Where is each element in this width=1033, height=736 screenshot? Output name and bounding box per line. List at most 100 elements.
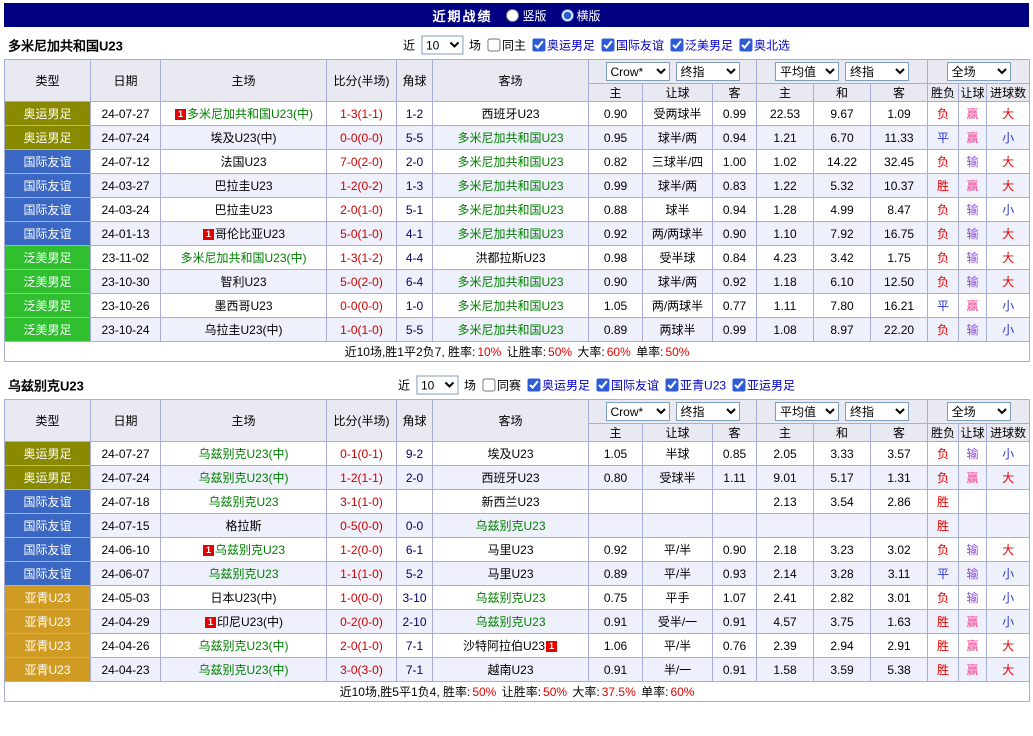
score-link[interactable]: 5-0(2-0) bbox=[327, 270, 397, 294]
competition-filter[interactable]: 奥运男足 bbox=[527, 377, 590, 394]
odds-source-select[interactable]: Crow* bbox=[606, 62, 670, 81]
col-header-home: 主场 bbox=[161, 400, 327, 442]
competition-filter[interactable]: 国际友谊 bbox=[596, 377, 659, 394]
home-team-link[interactable]: 乌兹别克U23 bbox=[161, 490, 327, 514]
competition-checkbox[interactable] bbox=[670, 39, 683, 52]
home-team-link[interactable]: 1哥伦比亚U23 bbox=[161, 222, 327, 246]
home-team-link[interactable]: 1印尼U23(中) bbox=[161, 610, 327, 634]
score-link[interactable]: 1-1(1-0) bbox=[327, 562, 397, 586]
home-team-link[interactable]: 巴拉圭U23 bbox=[161, 198, 327, 222]
same-filter[interactable]: 同主 bbox=[487, 37, 526, 54]
summary-segment: 近10场,胜5平1负4, 胜率: bbox=[340, 685, 471, 699]
away-team-link[interactable]: 多米尼加共和国U23 bbox=[433, 294, 589, 318]
odds-source-select[interactable]: 终指 bbox=[676, 62, 740, 81]
away-team-link[interactable]: 多米尼加共和国U23 bbox=[433, 198, 589, 222]
score-link[interactable]: 0-0(0-0) bbox=[327, 294, 397, 318]
score-link[interactable]: 3-1(1-0) bbox=[327, 490, 397, 514]
away-team-link[interactable]: 乌兹别克U23 bbox=[433, 514, 589, 538]
odds-home: 0.92 bbox=[589, 222, 643, 246]
away-team-link[interactable]: 马里U23 bbox=[433, 562, 589, 586]
same-filter[interactable]: 同赛 bbox=[482, 377, 521, 394]
score-link[interactable]: 1-3(1-2) bbox=[327, 246, 397, 270]
home-team-link[interactable]: 乌兹别克U23(中) bbox=[161, 442, 327, 466]
score-link[interactable]: 0-0(0-0) bbox=[327, 126, 397, 150]
score-link[interactable]: 1-0(0-0) bbox=[327, 586, 397, 610]
away-team-link[interactable]: 多米尼加共和国U23 bbox=[433, 150, 589, 174]
score-link[interactable]: 7-0(2-0) bbox=[327, 150, 397, 174]
score-link[interactable]: 3-0(3-0) bbox=[327, 658, 397, 682]
competition-checkbox[interactable] bbox=[732, 379, 745, 392]
avg-source-select[interactable]: 终指 bbox=[845, 402, 909, 421]
score-link[interactable]: 2-0(1-0) bbox=[327, 198, 397, 222]
home-team-link[interactable]: 埃及U23(中) bbox=[161, 126, 327, 150]
avg-source-select[interactable]: 平均值 bbox=[775, 62, 839, 81]
home-team-link[interactable]: 墨西哥U23 bbox=[161, 294, 327, 318]
odds-source-select[interactable]: Crow* bbox=[606, 402, 670, 421]
competition-filter[interactable]: 亚青U23 bbox=[665, 377, 726, 394]
away-team-link[interactable]: 多米尼加共和国U23 bbox=[433, 174, 589, 198]
home-team-link[interactable]: 1乌兹别克U23 bbox=[161, 538, 327, 562]
scope-select[interactable]: 全场 bbox=[947, 62, 1011, 81]
scope-select[interactable]: 全场 bbox=[947, 402, 1011, 421]
competition-checkbox[interactable] bbox=[739, 39, 752, 52]
match-count-select[interactable]: 10 bbox=[421, 36, 463, 55]
competition-filter[interactable]: 泛美男足 bbox=[670, 37, 733, 54]
away-team-link[interactable]: 乌兹别克U23 bbox=[433, 586, 589, 610]
competition-filter[interactable]: 奥北选 bbox=[739, 37, 790, 54]
competition-filter[interactable]: 亚运男足 bbox=[732, 377, 795, 394]
home-team-link[interactable]: 1多米尼加共和国U23(中) bbox=[161, 102, 327, 126]
competition-checkbox[interactable] bbox=[601, 39, 614, 52]
away-team-link[interactable]: 多米尼加共和国U23 bbox=[433, 222, 589, 246]
avg-source-select[interactable]: 平均值 bbox=[775, 402, 839, 421]
away-team-link[interactable]: 新西兰U23 bbox=[433, 490, 589, 514]
home-team-link[interactable]: 乌兹别克U23 bbox=[161, 562, 327, 586]
away-team-link[interactable]: 洪都拉斯U23 bbox=[433, 246, 589, 270]
layout-horizontal-option[interactable]: 横版 bbox=[561, 7, 601, 24]
home-team-link[interactable]: 日本U23(中) bbox=[161, 586, 327, 610]
away-team-link[interactable]: 沙特阿拉伯U231 bbox=[433, 634, 589, 658]
same-filter-checkbox[interactable] bbox=[487, 39, 500, 52]
home-team-link[interactable]: 法国U23 bbox=[161, 150, 327, 174]
away-team-link[interactable]: 西班牙U23 bbox=[433, 466, 589, 490]
home-team-link[interactable]: 乌兹别克U23(中) bbox=[161, 634, 327, 658]
competition-checkbox[interactable] bbox=[665, 379, 678, 392]
away-team-link[interactable]: 越南U23 bbox=[433, 658, 589, 682]
score-link[interactable]: 1-2(0-2) bbox=[327, 174, 397, 198]
score-link[interactable]: 1-2(1-1) bbox=[327, 466, 397, 490]
home-team-link[interactable]: 乌兹别克U23(中) bbox=[161, 466, 327, 490]
score-link[interactable]: 2-0(1-0) bbox=[327, 634, 397, 658]
home-team-link[interactable]: 智利U23 bbox=[161, 270, 327, 294]
home-team-link[interactable]: 乌兹别克U23(中) bbox=[161, 658, 327, 682]
avg-source-select[interactable]: 终指 bbox=[845, 62, 909, 81]
competition-checkbox[interactable] bbox=[532, 39, 545, 52]
score-link[interactable]: 5-0(1-0) bbox=[327, 222, 397, 246]
score-link[interactable]: 0-5(0-0) bbox=[327, 514, 397, 538]
same-filter-checkbox[interactable] bbox=[482, 379, 495, 392]
layout-vertical-radio[interactable] bbox=[506, 9, 519, 22]
home-team-link[interactable]: 格拉斯 bbox=[161, 514, 327, 538]
competition-checkbox[interactable] bbox=[596, 379, 609, 392]
odds-handicap: 半球 bbox=[643, 442, 713, 466]
competition-checkbox[interactable] bbox=[527, 379, 540, 392]
competition-filter[interactable]: 奥运男足 bbox=[532, 37, 595, 54]
away-team-link[interactable]: 多米尼加共和国U23 bbox=[433, 318, 589, 342]
away-team-link[interactable]: 乌兹别克U23 bbox=[433, 610, 589, 634]
away-team-link[interactable]: 多米尼加共和国U23 bbox=[433, 270, 589, 294]
score-link[interactable]: 1-2(0-0) bbox=[327, 538, 397, 562]
away-team-link[interactable]: 埃及U23 bbox=[433, 442, 589, 466]
score-link[interactable]: 1-0(1-0) bbox=[327, 318, 397, 342]
score-link[interactable]: 0-2(0-0) bbox=[327, 610, 397, 634]
layout-horizontal-radio[interactable] bbox=[561, 9, 574, 22]
home-team-link[interactable]: 巴拉圭U23 bbox=[161, 174, 327, 198]
away-team-link[interactable]: 多米尼加共和国U23 bbox=[433, 126, 589, 150]
home-team-link[interactable]: 多米尼加共和国U23(中) bbox=[161, 246, 327, 270]
odds-source-select[interactable]: 终指 bbox=[676, 402, 740, 421]
competition-filter[interactable]: 国际友谊 bbox=[601, 37, 664, 54]
home-team-link[interactable]: 乌拉圭U23(中) bbox=[161, 318, 327, 342]
away-team-link[interactable]: 马里U23 bbox=[433, 538, 589, 562]
layout-vertical-option[interactable]: 竖版 bbox=[506, 7, 546, 24]
score-link[interactable]: 0-1(0-1) bbox=[327, 442, 397, 466]
away-team-link[interactable]: 西班牙U23 bbox=[433, 102, 589, 126]
match-count-select[interactable]: 10 bbox=[416, 376, 458, 395]
score-link[interactable]: 1-3(1-1) bbox=[327, 102, 397, 126]
